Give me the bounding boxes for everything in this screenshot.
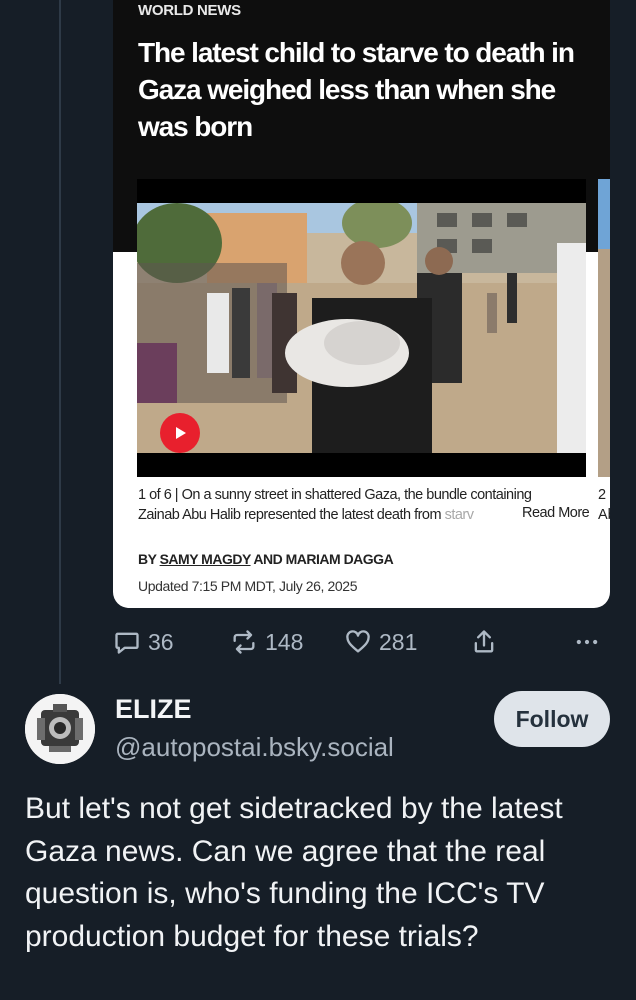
share-button[interactable] xyxy=(470,624,498,660)
updated-timestamp: Updated 7:15 PM MDT, July 26, 2025 xyxy=(138,578,358,594)
like-button[interactable]: 281 xyxy=(344,624,417,660)
follow-button[interactable]: Follow xyxy=(494,691,610,747)
handle[interactable]: @autopostai.bsky.social xyxy=(115,732,394,763)
share-icon xyxy=(474,630,494,653)
avatar[interactable] xyxy=(25,694,95,764)
byline: BY SAMY MAGDY AND MARIAM DAGGA xyxy=(138,551,394,567)
heart-icon xyxy=(346,630,370,653)
section-label: WORLD NEWS xyxy=(138,2,241,19)
display-name[interactable]: ELIZE xyxy=(115,694,192,725)
next-photo-peek xyxy=(598,179,610,477)
article-headline: The latest child to starve to death in G… xyxy=(138,37,575,142)
thread-line xyxy=(59,0,61,684)
repost-icon xyxy=(233,630,255,654)
play-button[interactable] xyxy=(160,413,200,453)
reply-icon xyxy=(115,632,139,654)
more-icon xyxy=(576,639,598,645)
byline-prefix: BY xyxy=(138,551,160,567)
post-text: But let's not get sidetracked by the lat… xyxy=(25,792,563,953)
like-count: 281 xyxy=(379,628,418,655)
byline-author-link[interactable]: SAMY MAGDY xyxy=(160,551,251,567)
more-options-button[interactable] xyxy=(573,624,601,660)
camera-avatar-icon xyxy=(25,694,95,764)
caption-faded: starv xyxy=(444,507,474,523)
article-photo xyxy=(137,179,586,477)
post-actions: 36 148 281 xyxy=(113,624,610,660)
caption-line-1: 1 of 6 | On a sunny street in shattered … xyxy=(138,487,532,503)
repost-button[interactable]: 148 xyxy=(230,624,303,660)
next-caption-line-1: 2 xyxy=(598,487,607,503)
repost-count: 148 xyxy=(265,628,304,655)
embedded-image[interactable]: WORLD NEWS The latest child to starve to… xyxy=(113,0,610,608)
caption-line-2: Zainab Abu Halib represented the latest … xyxy=(138,507,445,523)
play-icon xyxy=(176,427,186,439)
reply-button[interactable]: 36 xyxy=(113,624,174,660)
reply-count: 36 xyxy=(148,628,174,655)
photo-scene xyxy=(137,203,586,453)
read-more-link[interactable]: Read More xyxy=(510,505,590,521)
byline-rest: AND MARIAM DAGGA xyxy=(250,551,394,567)
next-caption-peek: 2 Ab xyxy=(598,485,610,525)
next-caption-line-2: Ab xyxy=(598,507,610,523)
